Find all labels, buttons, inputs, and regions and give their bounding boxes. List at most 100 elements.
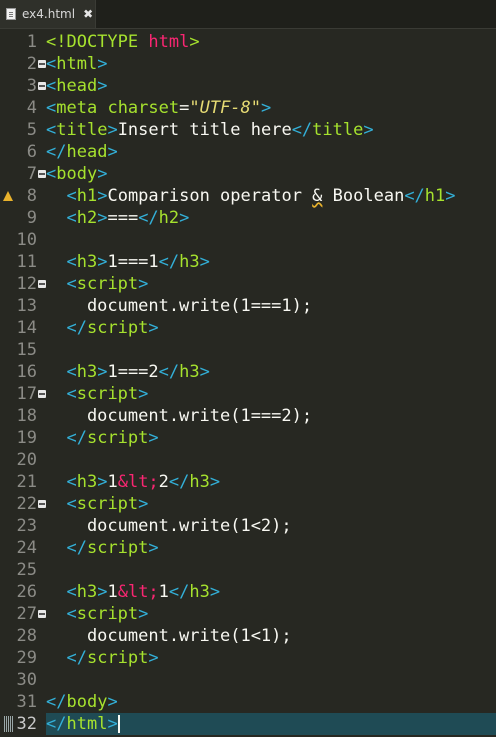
code-line[interactable]: <html> [46,53,496,75]
code-line[interactable]: <title>Insert title here</title> [46,119,496,141]
code-line[interactable]: <body> [46,163,496,185]
warning-icon[interactable] [3,191,13,201]
code-line[interactable]: <head> [46,75,496,97]
code-editor[interactable]: 1 2 3 4 5 6 7 8 9 10 11 12 13 14 15 16 17 18 19 20 21 22 23 24 2… [0,29,496,737]
code-token: > [209,582,221,602]
code-token: document.write(1===1); [46,296,313,316]
fold-collapse-icon[interactable] [38,280,46,288]
line-number: 25 [16,560,37,580]
code-token: document.write(1<1); [46,626,292,646]
code-line[interactable] [46,559,496,581]
code-token: html [66,714,108,734]
code-token: 1 [107,472,118,492]
code-token: > [189,32,200,52]
code-line[interactable]: <script> [46,493,496,515]
code-token: </ [46,692,67,712]
code-token: script [76,494,139,514]
code-line[interactable]: </body> [46,691,496,713]
code-token: h3 [76,362,98,382]
code-token: h3 [189,582,210,602]
code-token: body [66,692,108,712]
code-line[interactable] [46,669,496,691]
code-token: script [86,318,149,338]
code-line[interactable]: document.write(1===1); [46,295,496,317]
line-number: 29 [16,648,37,668]
fold-collapse-icon[interactable] [38,60,46,68]
code-line[interactable]: <script> [46,273,496,295]
code-line[interactable]: <!DOCTYPE html> [46,31,496,53]
code-token: > [138,604,149,624]
code-token: > [148,318,159,338]
code-line[interactable] [46,449,496,471]
code-token: > [107,120,118,140]
code-token: > [148,428,159,448]
code-token: 2 [158,472,169,492]
code-line[interactable]: <h3>1&lt;1</h3> [46,581,496,603]
fold-collapse-icon[interactable] [38,170,46,178]
code-line[interactable]: <script> [46,383,496,405]
code-line[interactable]: <h3>1===1</h3> [46,251,496,273]
line-number: 9 [26,208,37,228]
code-token: html [148,32,190,52]
code-line[interactable] [46,339,496,361]
code-token: > [107,692,118,712]
code-token: 1 [158,582,169,602]
code-line[interactable] [46,229,496,251]
code-token: < [66,472,77,492]
code-token: > [97,362,108,382]
code-token: > [148,648,159,668]
code-line[interactable]: <meta charset="UTF-8"> [46,97,496,119]
fold-collapse-icon[interactable] [38,610,46,618]
code-token: 1 [107,582,118,602]
code-token: > [261,98,272,118]
tab-ex4-html[interactable]: ex4.html ✖ [0,0,96,28]
code-token: </ [46,142,67,162]
code-token: > [97,76,108,96]
fold-collapse-icon[interactable] [38,500,46,508]
text-cursor [117,715,120,733]
code-token: > [97,472,108,492]
code-line[interactable]: document.write(1<1); [46,625,496,647]
fold-collapse-icon[interactable] [38,390,46,398]
code-line[interactable]: document.write(1<2); [46,515,496,537]
code-line[interactable]: <h3>1===2</h3> [46,361,496,383]
code-token: < [66,186,77,206]
code-token: > [107,142,118,162]
close-icon[interactable]: ✖ [83,7,93,21]
code-token: &lt; [117,472,159,492]
code-token: document.write(1===2); [46,406,313,426]
code-token: </ [158,252,180,272]
code-line[interactable]: </script> [46,317,496,339]
fold-collapse-icon[interactable] [38,82,46,90]
line-number: 16 [16,362,37,382]
code-line[interactable]: <h3>1&lt;2</h3> [46,471,496,493]
code-token: > [199,252,210,272]
line-number: 18 [16,406,37,426]
code-line[interactable]: </html> [46,713,496,735]
line-number: 2 [26,54,37,74]
code-line[interactable]: <h2>===</h2> [46,207,496,229]
code-token: title [312,120,364,140]
code-line[interactable]: <h1>Comparison operator & Boolean</h1> [46,185,496,207]
code-line[interactable]: </script> [46,647,496,669]
code-token: < [46,120,57,140]
code-line[interactable]: </script> [46,427,496,449]
code-area[interactable]: <!DOCTYPE html> <html> <head> <meta charset… [46,29,496,737]
code-token: > [179,208,190,228]
code-line[interactable]: </head> [46,141,496,163]
code-line[interactable]: </script> [46,537,496,559]
code-token: < [66,604,77,624]
line-number: 31 [16,692,37,712]
line-number: 28 [16,626,37,646]
code-token: h3 [179,362,200,382]
code-line[interactable]: <script> [46,603,496,625]
code-line[interactable]: document.write(1===2); [46,405,496,427]
line-number: 1 [26,32,37,52]
code-token: Comparison operator [107,186,313,206]
line-number: 22 [16,494,37,514]
